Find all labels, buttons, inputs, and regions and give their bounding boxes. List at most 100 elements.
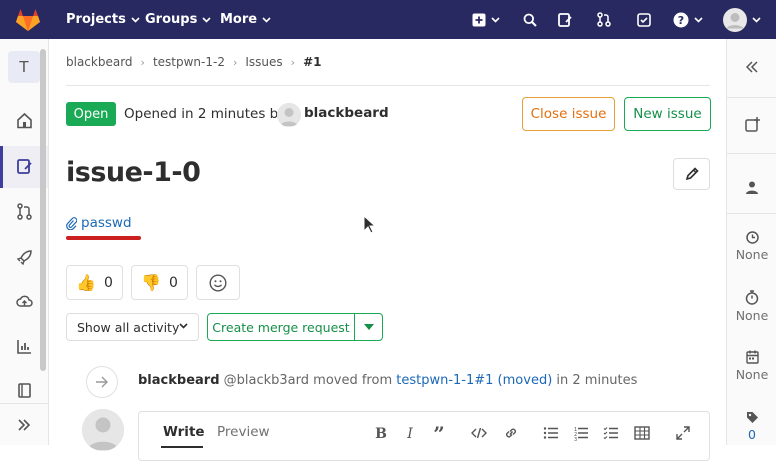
due-date-value: None: [735, 367, 769, 382]
chevron-down-icon: [202, 16, 211, 23]
create-merge-request-button[interactable]: Create merge request: [207, 313, 355, 341]
breadcrumb: blackbeard › testpwn-1-2 › Issues › #1: [66, 55, 321, 69]
breadcrumb-separator-icon: ›: [140, 55, 145, 69]
new-issue-button[interactable]: New issue: [624, 97, 711, 131]
add-todo-button[interactable]: [727, 117, 776, 132]
comment-editor: Write Preview B I ” 123: [138, 411, 710, 461]
italic-icon[interactable]: I: [402, 425, 418, 441]
table-icon[interactable]: [634, 425, 650, 441]
project-sidebar: T: [0, 39, 49, 445]
numbered-list-icon[interactable]: 123: [573, 425, 589, 441]
time-tracking-section[interactable]: None: [727, 290, 776, 323]
labels-count: 0: [748, 427, 756, 442]
sidebar-collapse-button[interactable]: [0, 403, 48, 445]
project-avatar[interactable]: T: [8, 51, 40, 83]
task-list-icon[interactable]: [603, 425, 619, 441]
write-tab[interactable]: Write: [163, 424, 205, 440]
breadcrumb-divider: [66, 85, 710, 86]
chevron-down-icon: [262, 16, 271, 23]
user-icon: [746, 181, 758, 194]
nav-issues-button[interactable]: [558, 0, 572, 39]
svg-text:?: ?: [678, 14, 684, 27]
chart-icon[interactable]: [16, 338, 33, 355]
bold-icon[interactable]: B: [373, 425, 389, 441]
breadcrumb-item[interactable]: blackbeard: [66, 55, 133, 69]
note-text: moved from: [313, 373, 393, 388]
nav-projects-dropdown[interactable]: Projects: [66, 0, 140, 39]
search-button[interactable]: [523, 0, 537, 39]
wiki-book-icon[interactable]: [16, 382, 33, 399]
breadcrumb-item[interactable]: testpwn-1-2: [153, 55, 225, 69]
user-menu-dropdown[interactable]: [723, 0, 761, 39]
sidebar-active-indicator: [0, 146, 3, 188]
help-dropdown[interactable]: ?: [673, 0, 703, 39]
search-icon: [523, 13, 537, 27]
fullscreen-icon[interactable]: [675, 425, 691, 441]
attachment-link[interactable]: passwd: [66, 215, 132, 231]
note-handle[interactable]: @blackb3ard: [224, 373, 309, 388]
nav-projects-label: Projects: [66, 12, 126, 27]
plus-square-icon: [472, 13, 486, 26]
cloud-icon[interactable]: [16, 293, 33, 310]
breadcrumb-item[interactable]: Issues: [245, 55, 282, 69]
merge-request-options-dropdown[interactable]: [354, 313, 383, 341]
labels-section[interactable]: 0: [727, 411, 776, 442]
merge-request-icon: [597, 12, 611, 27]
sidebar-scrollbar[interactable]: [40, 49, 46, 371]
smiley-icon: [209, 273, 227, 292]
edit-title-button[interactable]: [673, 158, 710, 190]
sidebar-toggle-button[interactable]: [727, 61, 776, 73]
svg-text:3: 3: [574, 437, 577, 441]
caret-down-icon: [363, 324, 374, 330]
close-issue-button[interactable]: Close issue: [522, 97, 615, 131]
chevron-down-icon: [131, 16, 140, 23]
home-icon[interactable]: [16, 112, 33, 129]
sidebar-divider: [727, 153, 776, 154]
nav-groups-dropdown[interactable]: Groups: [145, 0, 211, 39]
new-item-dropdown[interactable]: [472, 0, 500, 39]
clock-icon: [745, 231, 759, 244]
assignee-section[interactable]: [727, 181, 776, 194]
issuable-right-sidebar: None None None 0: [726, 39, 776, 445]
bullet-list-icon[interactable]: [543, 425, 559, 441]
thumbs-up-icon: 👍: [76, 273, 96, 292]
milestone-section[interactable]: None: [727, 231, 776, 262]
nav-more-dropdown[interactable]: More: [220, 0, 271, 39]
annotation-underline: [66, 236, 141, 240]
breadcrumb-separator-icon: ›: [232, 55, 238, 69]
thumbs-down-award-button[interactable]: 👎 0: [131, 265, 188, 300]
chevron-down-icon: [694, 16, 703, 23]
preview-tab[interactable]: Preview: [217, 424, 270, 440]
nav-todos-button[interactable]: [637, 0, 651, 39]
issues-icon[interactable]: [16, 158, 33, 175]
tag-icon: [746, 412, 758, 423]
author-avatar[interactable]: [277, 103, 301, 127]
quote-icon[interactable]: ”: [431, 425, 447, 441]
rocket-icon[interactable]: [16, 249, 33, 266]
link-icon[interactable]: [503, 425, 519, 441]
gitlab-logo-icon[interactable]: [15, 8, 41, 32]
system-note: blackbeard @blackb3ard moved from testpw…: [138, 373, 637, 388]
add-reaction-button[interactable]: [196, 265, 240, 300]
issue-main-content: blackbeard › testpwn-1-2 › Issues › #1 O…: [50, 39, 726, 461]
breadcrumb-current[interactable]: #1: [303, 55, 321, 69]
nav-more-label: More: [220, 12, 258, 27]
nav-merge-requests-button[interactable]: [597, 0, 611, 39]
attachment-filename[interactable]: passwd: [81, 215, 132, 231]
note-author[interactable]: blackbeard: [138, 373, 220, 388]
code-icon[interactable]: [471, 425, 487, 441]
breadcrumb-separator-icon: ›: [290, 55, 296, 69]
chevron-down-icon: [491, 16, 500, 23]
svg-text:”: ”: [433, 425, 445, 441]
help-circle-icon: ?: [673, 12, 689, 27]
note-link[interactable]: testpwn-1-1#1 (moved): [396, 373, 552, 388]
thumbs-up-award-button[interactable]: 👍 0: [66, 265, 123, 300]
issue-title: issue-1-0: [66, 157, 201, 188]
author-link[interactable]: blackbeard: [304, 105, 389, 121]
status-badge: Open: [66, 102, 116, 126]
sidebar-divider: [727, 213, 776, 214]
merge-request-icon[interactable]: [16, 203, 33, 220]
due-date-section[interactable]: None: [727, 350, 776, 382]
activity-filter-dropdown[interactable]: Show all activity: [66, 313, 199, 341]
svg-text:B: B: [375, 426, 387, 441]
